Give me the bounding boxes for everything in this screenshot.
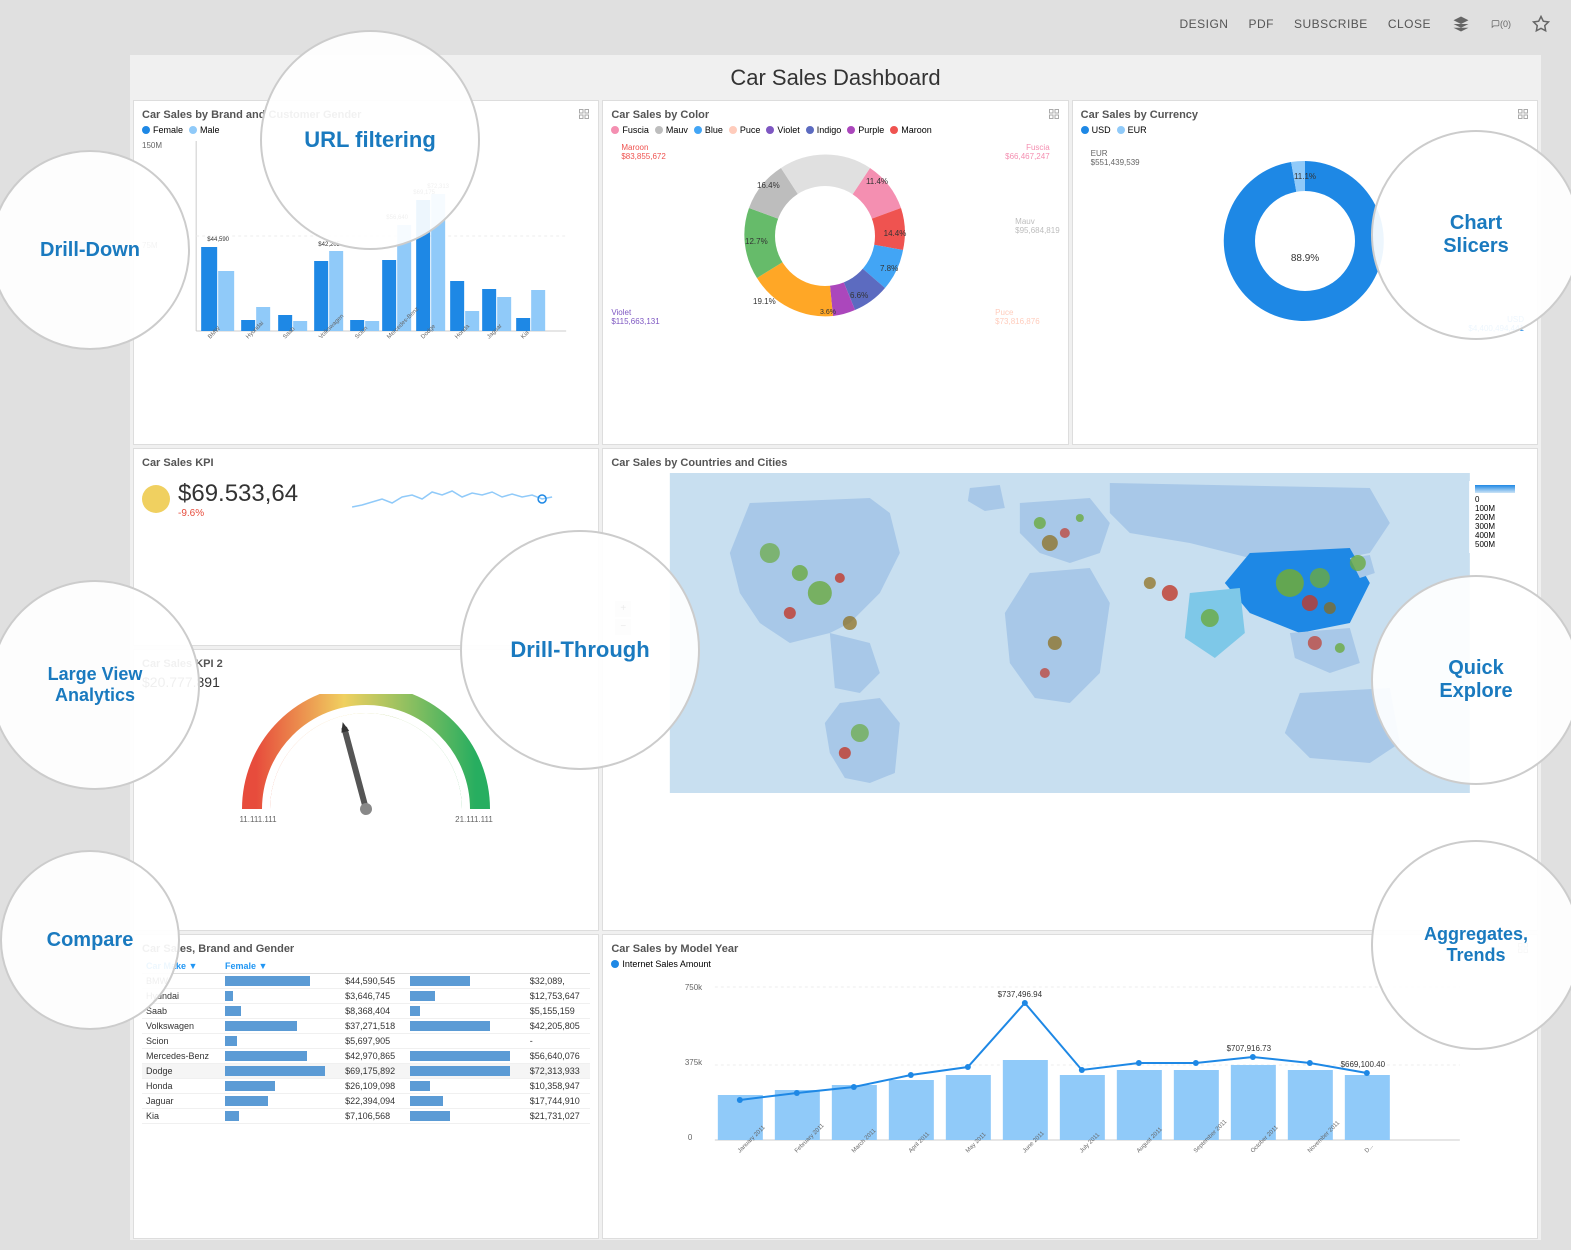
table-row: Dodge $69,175,892 $72,313,933 (142, 1064, 590, 1079)
panel-kpi-title: Car Sales KPI (142, 457, 590, 469)
table-row: Volkswagen $37,271,518 $42,205,805 (142, 1019, 590, 1034)
currency-expand[interactable] (1517, 107, 1531, 121)
maroon-callout: Maroon$83,855,672 (621, 143, 666, 161)
color-legend: Fuscia Mauv Blue Puce Violet Indigo Purp… (611, 125, 1059, 135)
panel-currency: Car Sales by Currency USD EUR (1072, 100, 1538, 445)
svg-text:$72,313: $72,313 (427, 184, 449, 190)
map-legend: 0100M200M300M400M500M (1469, 481, 1521, 553)
svg-text:11.1%: 11.1% (1294, 172, 1316, 181)
svg-text:$42,205: $42,205 (318, 242, 340, 248)
currency-donut-chart: 11.1% 88.9% (1195, 141, 1415, 341)
panel-kpi2: Car Sales KPI 2 $20.777.891 (133, 649, 599, 931)
svg-text:21.111.111: 21.111.111 (455, 815, 493, 824)
brand-gender-table: Car Make ▼ Female ▼ BMW $44,590,545 $32,… (142, 959, 590, 1124)
usd-callout: USD$4,400,494,441 (1468, 315, 1524, 333)
panel-map: Car Sales by Countries and Cities (602, 448, 1538, 932)
map-scroll-controls[interactable]: + − (615, 601, 631, 635)
svg-text:$737,496.94: $737,496.94 (998, 990, 1043, 999)
svg-text:375k: 375k (685, 1058, 703, 1067)
brand-gender-chart: $44,590 $42,205 (142, 141, 590, 341)
svg-text:$707,916.73: $707,916.73 (1227, 1044, 1272, 1053)
panel-currency-title: Car Sales by Currency (1081, 109, 1529, 121)
map-container: 0100M200M300M400M500M + − (611, 473, 1529, 793)
table-row: Kia $7,106,568 $21,731,027 (142, 1109, 590, 1124)
close-button[interactable]: CLOSE (1388, 17, 1431, 31)
table-row: Saab $8,368,404 $5,155,159 (142, 1004, 590, 1019)
violet-callout: Violet$115,663,131 (611, 308, 659, 326)
panel-kpi2-title: Car Sales KPI 2 (142, 658, 590, 670)
fuscia-callout: Fuscia$66,467,247 (1005, 143, 1050, 161)
table-header-male[interactable] (406, 959, 591, 974)
gauge-container: 11.111.111 21.111.111 (142, 694, 590, 824)
brand-gender-expand[interactable] (578, 107, 592, 121)
svg-text:88.9%: 88.9% (1291, 253, 1319, 264)
kpi-change: -9.6% (178, 508, 298, 519)
model-year-legend: Internet Sales Amount (611, 959, 1529, 969)
color-expand[interactable] (1048, 107, 1062, 121)
world-map-svg (611, 473, 1529, 793)
gauge-chart: 11.111.111 21.111.111 (236, 694, 496, 824)
pdf-button[interactable]: PDF (1248, 17, 1274, 31)
panel-model-year-title: Car Sales by Model Year (611, 943, 1529, 955)
svg-text:0: 0 (688, 1133, 693, 1142)
svg-text:$669,100.40: $669,100.40 (1341, 1060, 1386, 1069)
legend-male: Male (200, 125, 220, 135)
subscribe-button[interactable]: SUBSCRIBE (1294, 17, 1368, 31)
panel-color-title: Car Sales by Color (611, 109, 1059, 121)
color-donut-chart: 11.4% 14.4% 7.8% 6.6% 3.6% 19.1% 12.7% 1… (725, 141, 945, 331)
kpi-sparkline (314, 477, 590, 522)
kpi-value: $69.533,64 (178, 480, 298, 508)
table-row: Jaguar $22,394,094 $17,744,910 (142, 1094, 590, 1109)
table-row: BMW $44,590,545 $32,089, (142, 974, 590, 989)
table-header-female[interactable]: Female ▼ (221, 959, 406, 974)
svg-text:3.6%: 3.6% (820, 309, 836, 316)
svg-text:14.4%: 14.4% (884, 229, 907, 238)
table-row: Honda $26,109,098 $10,358,947 (142, 1079, 590, 1094)
star-icon[interactable] (1531, 14, 1551, 34)
svg-text:19.1%: 19.1% (753, 297, 776, 306)
dashboard-title: Car Sales Dashboard (130, 55, 1541, 97)
model-year-chart: 750k 375k 0 (611, 975, 1529, 1155)
brand-gender-legend: Female Male (142, 125, 590, 135)
panel-kpi: Car Sales KPI $69.533,64 -9.6% (133, 448, 599, 646)
mauv-callout: Mauv$95,684,819 (1015, 217, 1060, 235)
table-row: Scion $5,697,905 - (142, 1034, 590, 1049)
svg-text:750k: 750k (685, 983, 703, 992)
panel-table: Car Sales, Brand and Gender Car Make ▼ F… (133, 934, 599, 1239)
svg-text:$44,590: $44,590 (207, 237, 229, 243)
svg-text:$69,175: $69,175 (413, 190, 435, 196)
svg-text:7.8%: 7.8% (880, 264, 898, 273)
eur-callout: EUR$551,439,539 (1091, 149, 1140, 167)
legend-female: Female (153, 125, 183, 135)
design-button[interactable]: DESIGN (1179, 17, 1228, 31)
panel-brand-gender-title: Car Sales by Brand and Customer Gender (142, 109, 590, 121)
svg-text:D...: D... (1364, 1144, 1375, 1155)
panel-color: Car Sales by Color Fuscia Mauv Blue Puce… (602, 100, 1068, 445)
kpi2-value: $20.777.891 (142, 674, 590, 690)
top-bar: DESIGN PDF SUBSCRIBE CLOSE (0) (1171, 0, 1571, 48)
table-header-brand[interactable]: Car Make ▼ (142, 959, 221, 974)
comment-icon[interactable]: (0) (1491, 14, 1511, 34)
currency-legend: USD EUR (1081, 125, 1529, 135)
panel-table-title: Car Sales, Brand and Gender (142, 943, 590, 955)
svg-text:6.6%: 6.6% (850, 291, 868, 300)
kpi-circle (142, 485, 170, 513)
svg-text:$56,640: $56,640 (386, 215, 408, 221)
table-row: Hyundai $3,646,745 $12,753,647 (142, 989, 590, 1004)
table-row: Mercedes-Benz $42,970,865 $56,640,076 (142, 1049, 590, 1064)
panel-brand-gender: Car Sales by Brand and Customer Gender F… (133, 100, 599, 445)
svg-text:11.4%: 11.4% (866, 177, 888, 186)
svg-text:11.111.111: 11.111.111 (240, 815, 278, 824)
svg-text:12.7%: 12.7% (745, 237, 768, 246)
svg-text:16.4%: 16.4% (757, 181, 780, 190)
model-year-expand[interactable] (1517, 941, 1531, 955)
panel-model-year: Car Sales by Model Year Internet Sales A… (602, 934, 1538, 1239)
puce-callout: Puce$73,816,876 (995, 308, 1040, 326)
panel-map-title: Car Sales by Countries and Cities (611, 457, 1529, 469)
layers-icon[interactable] (1451, 14, 1471, 34)
